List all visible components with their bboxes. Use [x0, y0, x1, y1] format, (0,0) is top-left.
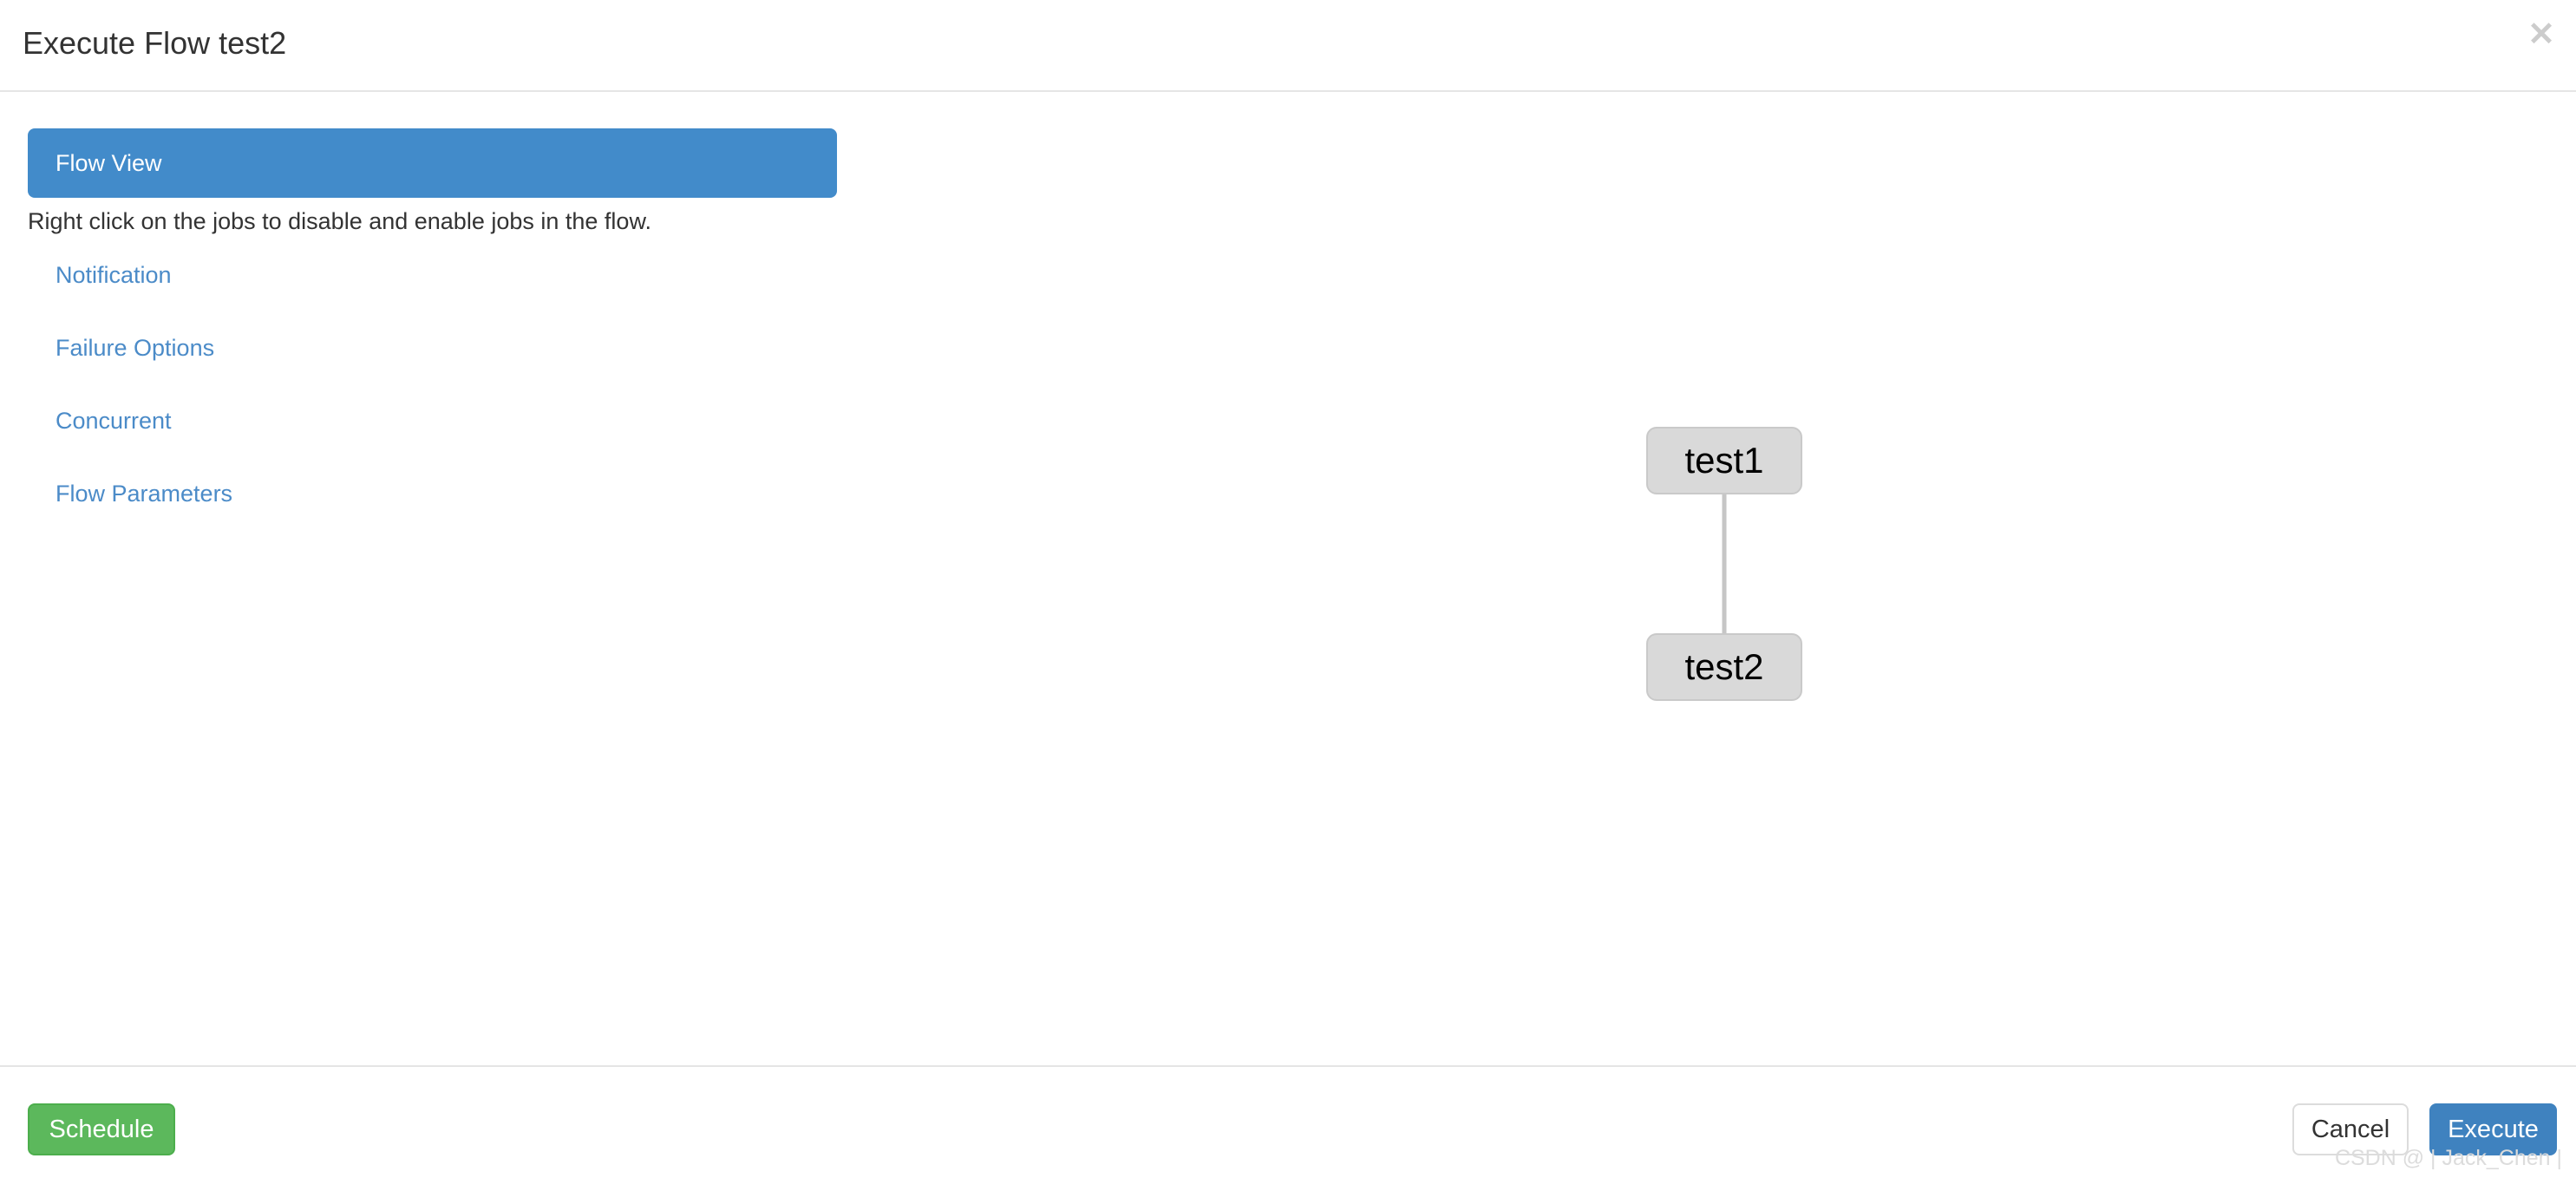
options-side-panel: Flow View Right click on the jobs to dis… — [28, 128, 837, 553]
close-icon: ✕ — [2527, 16, 2555, 53]
tab-flow-view-label: Flow View — [56, 150, 162, 176]
schedule-button[interactable]: Schedule — [28, 1103, 175, 1155]
flow-node-test2[interactable]: test2 — [1646, 633, 1802, 701]
flow-node-label: test2 — [1684, 646, 1764, 687]
sidebar-item-flow-parameters[interactable]: Flow Parameters — [28, 480, 837, 553]
options-nav-list: Notification Failure Options Concurrent … — [28, 261, 837, 553]
sidebar-item-label: Concurrent — [56, 408, 172, 434]
sidebar-item-failure-options[interactable]: Failure Options — [28, 334, 837, 407]
flow-edge-layer — [1722, 494, 1727, 633]
watermark: CSDN @ | Jack_Chen | — [2334, 1146, 2562, 1170]
sidebar-item-label: Notification — [56, 262, 172, 288]
tab-flow-view[interactable]: Flow View — [28, 128, 837, 198]
flow-node-label: test1 — [1684, 440, 1764, 481]
close-button[interactable]: ✕ — [2522, 16, 2560, 54]
flow-view-hint: Right click on the jobs to disable and e… — [28, 208, 651, 234]
modal-body: Flow View Right click on the jobs to dis… — [0, 92, 2576, 1065]
sidebar-item-label: Failure Options — [56, 335, 215, 361]
page-title: Execute Flow test2 — [23, 25, 287, 61]
flow-node-test1[interactable]: test1 — [1646, 427, 1802, 494]
modal-header: Execute Flow test2 ✕ — [0, 0, 2576, 92]
sidebar-item-notification[interactable]: Notification — [28, 261, 837, 334]
modal-footer: Schedule Cancel Execute — [0, 1065, 2576, 1178]
flow-graph-canvas[interactable]: test1 test2 — [867, 92, 2576, 1065]
sidebar-item-label: Flow Parameters — [56, 481, 233, 507]
sidebar-item-concurrent[interactable]: Concurrent — [28, 407, 837, 480]
